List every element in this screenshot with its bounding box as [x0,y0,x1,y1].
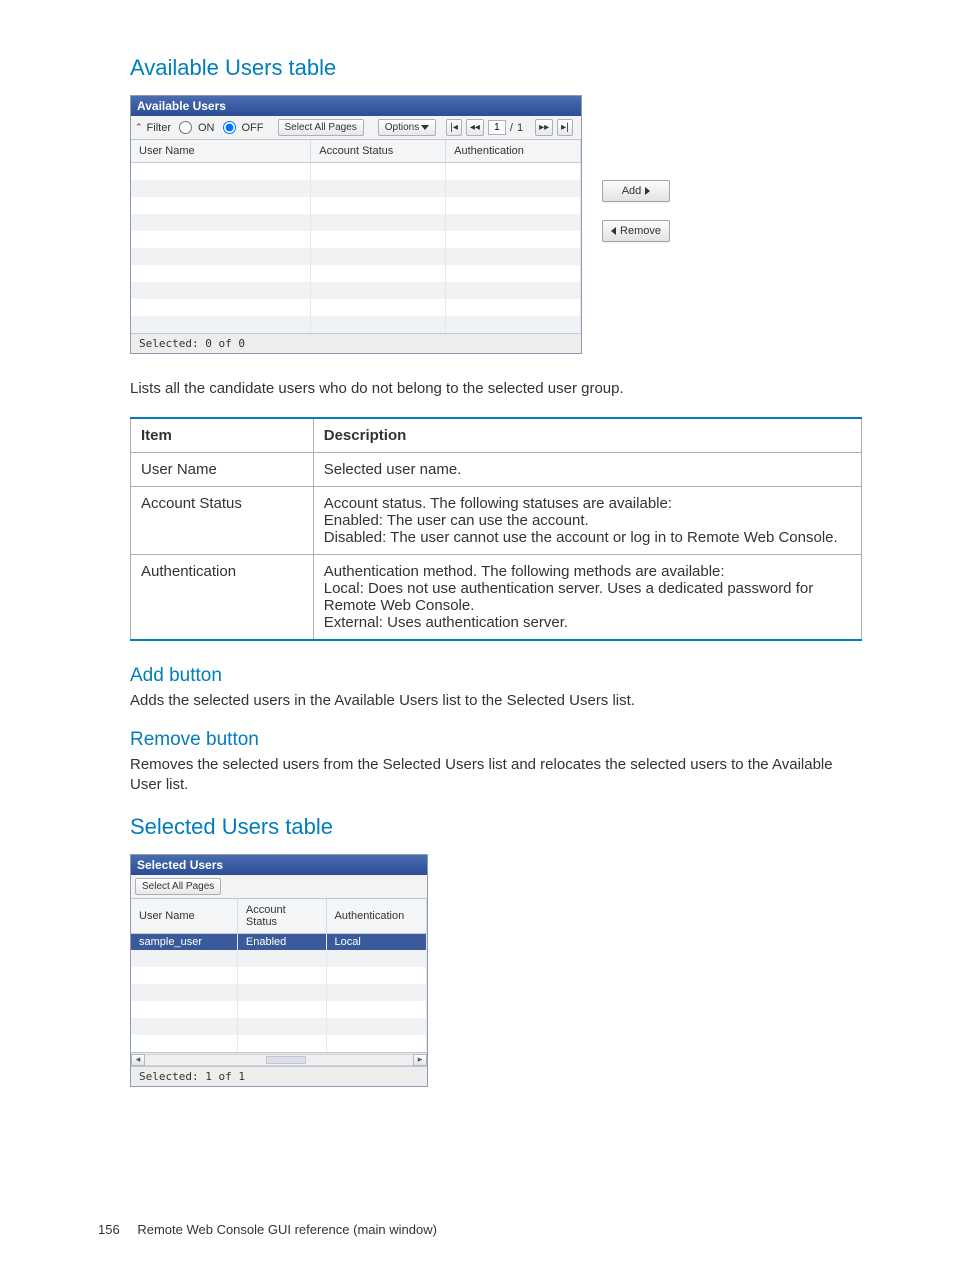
table-row[interactable] [131,299,581,316]
scroll-right-button[interactable]: ▸ [413,1054,427,1066]
table-row[interactable] [131,1001,427,1018]
heading-available-users: Available Users table [130,55,862,81]
doc-item: Authentication [131,554,314,640]
filter-on-radio[interactable] [179,121,192,134]
table-row[interactable] [131,984,427,1001]
col-user-name[interactable]: User Name [131,140,311,163]
page-footer: 156 Remote Web Console GUI reference (ma… [98,1222,437,1237]
doc-desc: Selected user name. [313,452,861,486]
doc-desc-line: Selected user name. [324,461,851,478]
filter-on-label: ON [198,122,215,134]
filter-off-radio[interactable] [223,121,236,134]
doc-desc-line: Disabled: The user cannot use the accoun… [324,529,851,546]
filter-label: Filter [147,122,171,134]
heading-selected-users: Selected Users table [130,814,862,840]
add-desc: Adds the selected users in the Available… [130,691,862,711]
selected-status: Selected: 1 of 1 [131,1066,427,1086]
remove-label: Remove [620,225,661,237]
doc-desc-line: External: Uses authentication server. [324,614,851,631]
table-row[interactable] [131,163,581,180]
cell-auth: Local [326,933,426,950]
col-user-name[interactable]: User Name [131,899,237,934]
table-row[interactable] [131,231,581,248]
available-users-title: Available Users [131,96,581,116]
cell-status: Enabled [237,933,326,950]
section-title: Remote Web Console GUI reference (main w… [137,1222,437,1237]
doc-desc-line: Authentication method. The following met… [324,563,851,580]
selected-toolbar: Select All Pages [131,875,427,899]
doc-desc-line: Account status. The following statuses a… [324,495,851,512]
options-button[interactable]: Options [378,119,436,136]
chevron-down-icon [421,125,429,130]
selected-users-widget: Selected Users Select All Pages User Nam… [130,854,428,1088]
page-prev-button[interactable]: ◂◂ [466,119,484,136]
available-users-block: Available Users ⌃ Filter ON OFF Select A… [130,95,862,354]
doc-desc: Account status. The following statuses a… [313,486,861,554]
available-desc: Lists all the candidate users who do not… [130,379,862,399]
page-sep: / [510,122,513,134]
add-button[interactable]: Add [602,180,670,202]
scroll-left-button[interactable]: ◂ [131,1054,145,1066]
select-all-pages-button[interactable]: Select All Pages [278,119,364,136]
selected-users-table: User Name Account Status Authentication … [131,899,427,1053]
col-authentication[interactable]: Authentication [326,899,426,934]
table-row[interactable] [131,197,581,214]
table-row[interactable] [131,1035,427,1052]
table-row[interactable] [131,316,581,333]
heading-remove-button: Remove button [130,729,862,751]
table-row[interactable] [131,1018,427,1035]
select-all-pages-button[interactable]: Select All Pages [135,878,221,895]
options-label: Options [385,122,419,133]
doc-head-desc: Description [313,418,861,453]
table-row[interactable] [131,180,581,197]
page-first-button[interactable]: |◂ [446,119,462,136]
available-toolbar: ⌃ Filter ON OFF Select All Pages Options… [131,116,581,140]
collapse-icon[interactable]: ⌃ [135,123,143,132]
page-input[interactable] [488,120,506,135]
table-row[interactable] [131,248,581,265]
available-users-table: User Name Account Status Authentication [131,140,581,333]
page-next-button[interactable]: ▸▸ [535,119,553,136]
doc-desc-line: Local: Does not use authentication serve… [324,580,851,614]
doc-desc-line: Enabled: The user can use the account. [324,512,851,529]
table-row[interactable] [131,950,427,967]
page-total: 1 [517,122,523,134]
available-status: Selected: 0 of 0 [131,333,581,353]
horizontal-scrollbar[interactable]: ◂ ▸ [131,1052,427,1066]
doc-item: Account Status [131,486,314,554]
doc-item: User Name [131,452,314,486]
remove-button[interactable]: Remove [602,220,670,242]
col-authentication[interactable]: Authentication [446,140,581,163]
table-row[interactable] [131,282,581,299]
page-last-button[interactable]: ▸| [557,119,573,136]
table-row[interactable]: sample_user Enabled Local [131,933,427,950]
table-row[interactable] [131,967,427,984]
col-account-status[interactable]: Account Status [311,140,446,163]
item-description-table: Item Description User Name Selected user… [130,417,862,641]
arrow-right-icon [645,187,650,195]
action-column: Add Remove [602,180,670,242]
col-account-status[interactable]: Account Status [237,899,326,934]
remove-desc: Removes the selected users from the Sele… [130,755,862,796]
filter-off-label: OFF [242,122,264,134]
cell-user: sample_user [131,933,237,950]
page-number: 156 [98,1222,120,1237]
table-row[interactable] [131,214,581,231]
scroll-track[interactable] [145,1054,413,1066]
arrow-left-icon [611,227,616,235]
table-row[interactable] [131,265,581,282]
add-label: Add [622,185,642,197]
selected-users-title: Selected Users [131,855,427,875]
scroll-thumb[interactable] [266,1056,306,1064]
heading-add-button: Add button [130,665,862,687]
doc-head-item: Item [131,418,314,453]
doc-desc: Authentication method. The following met… [313,554,861,640]
